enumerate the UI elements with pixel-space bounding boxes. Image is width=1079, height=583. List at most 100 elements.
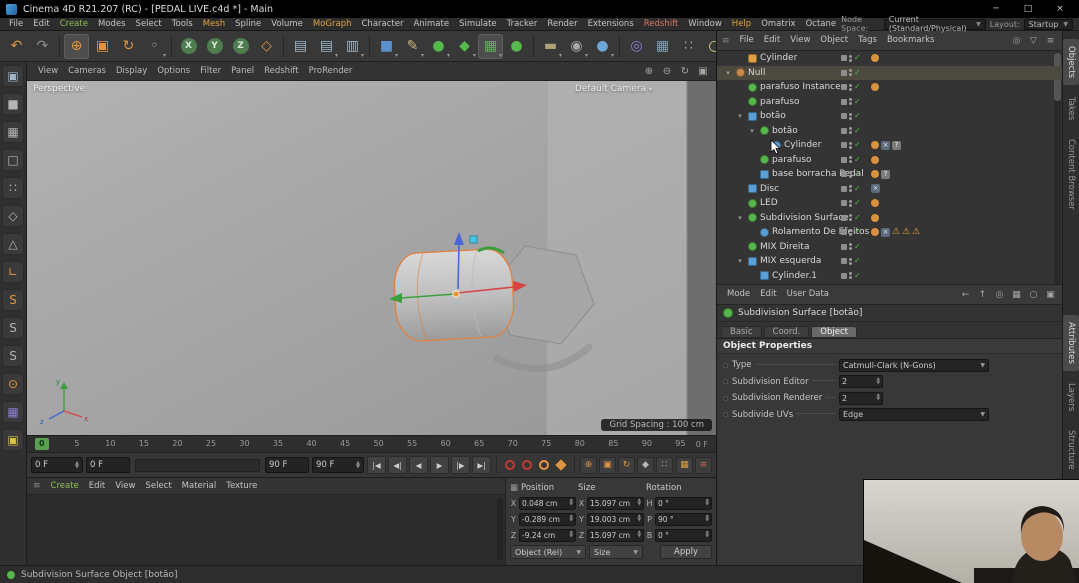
- layer-toggle[interactable]: [841, 157, 847, 163]
- enable-check-icon[interactable]: ✓: [854, 214, 861, 222]
- warning-tag-icon[interactable]: ⚠: [912, 228, 920, 237]
- tree-row-mix-direita[interactable]: MIX Direita✓: [717, 240, 1062, 255]
- phong-tag-icon[interactable]: [871, 228, 879, 236]
- modeling-settings-button[interactable]: S: [2, 345, 24, 367]
- instance-button[interactable]: ●: [504, 34, 529, 59]
- menu-tracker[interactable]: Tracker: [502, 18, 543, 31]
- visibility-toggles[interactable]: ✓: [841, 228, 861, 236]
- layer-toggle[interactable]: [841, 244, 847, 250]
- timeline-tick-90[interactable]: 90: [642, 438, 652, 450]
- visibility-toggles[interactable]: ✓: [841, 272, 861, 280]
- attribute-menu-mode[interactable]: Mode: [722, 288, 755, 301]
- visibility-dots[interactable]: [849, 156, 852, 163]
- key-scale-button[interactable]: ▣: [599, 457, 616, 474]
- keyframe-record-button[interactable]: [519, 457, 535, 473]
- stepper-arrows-icon[interactable]: ▲▼: [706, 531, 709, 539]
- model-mode-button[interactable]: ■: [2, 93, 24, 115]
- material-scrollbar[interactable]: [497, 498, 503, 560]
- tree-row-cylinder[interactable]: Cylinder✓: [717, 51, 1062, 66]
- tree-row-parafuso[interactable]: parafuso✓: [717, 153, 1062, 168]
- points-mode-button[interactable]: ∷: [2, 177, 24, 199]
- visibility-dots[interactable]: [849, 229, 852, 236]
- stepper-arrows-icon[interactable]: ▲▼: [638, 499, 641, 507]
- material-menu-select[interactable]: Select: [140, 480, 176, 493]
- tree-row-bot-o[interactable]: ▾botão✓: [717, 109, 1062, 124]
- visibility-dots[interactable]: [849, 200, 852, 207]
- viewport-canvas[interactable]: y x z: [27, 81, 716, 435]
- viewport-menu-redshift[interactable]: Redshift: [259, 62, 304, 81]
- viewport-menu-view[interactable]: View: [33, 62, 63, 81]
- pan-view-icon[interactable]: ⊕: [642, 64, 656, 78]
- weight-tag-icon[interactable]: ×: [871, 184, 880, 193]
- prev-frame-button[interactable]: ◀: [409, 456, 428, 474]
- tree-row-rolamento-de-efeitos[interactable]: Rolamento De Efeitos✓×⚠⚠⚠: [717, 225, 1062, 240]
- menu-render[interactable]: Render: [542, 18, 582, 31]
- enable-check-icon[interactable]: ✓: [854, 243, 861, 251]
- menu-spline[interactable]: Spline: [230, 18, 266, 31]
- stepper-arrows-icon[interactable]: ▲▼: [570, 499, 573, 507]
- enable-check-icon[interactable]: ✓: [854, 170, 861, 178]
- camera-label[interactable]: Default Camera ▾: [575, 84, 652, 94]
- viewport-menu-panel[interactable]: Panel: [226, 62, 259, 81]
- timeline-options-button[interactable]: ≡: [695, 457, 712, 474]
- tree-row-parafuso-instance[interactable]: parafuso Instance✓: [717, 80, 1062, 95]
- snap-button[interactable]: S: [2, 289, 24, 311]
- stepper-arrows-icon[interactable]: ▲▼: [877, 394, 880, 402]
- menu-create[interactable]: Create: [55, 18, 93, 31]
- coord-system-icon[interactable]: ◇: [254, 34, 279, 59]
- range-end-field[interactable]: 90 F: [265, 457, 309, 473]
- edge-tab-attributes[interactable]: Attributes: [1063, 315, 1079, 371]
- size-x-field[interactable]: 15.097 cm▲▼: [587, 497, 644, 510]
- workplane-mode-button[interactable]: □: [2, 149, 24, 171]
- timeline-tick-65[interactable]: 65: [474, 438, 484, 450]
- stepper-arrows-icon[interactable]: ▲▼: [638, 515, 641, 523]
- visibility-dots[interactable]: [849, 243, 852, 250]
- visibility-toggles[interactable]: ✓: [841, 185, 861, 193]
- stepper-arrows-icon[interactable]: ▲▼: [75, 461, 79, 469]
- enable-check-icon[interactable]: ✓: [854, 228, 861, 236]
- subdivision-renderer-field[interactable]: 2▲▼: [839, 392, 883, 405]
- viewport-menu-cameras[interactable]: Cameras: [63, 62, 111, 81]
- visibility-toggles[interactable]: ✓: [841, 83, 861, 91]
- viewport-menu-options[interactable]: Options: [152, 62, 195, 81]
- workplane-button[interactable]: ▦: [2, 401, 24, 423]
- edge-tab-takes[interactable]: Takes: [1063, 90, 1079, 127]
- visibility-dots[interactable]: [849, 69, 852, 76]
- layer-toggle[interactable]: [841, 113, 847, 119]
- visibility-dots[interactable]: [849, 127, 852, 134]
- key-pla-button[interactable]: ∷: [656, 457, 673, 474]
- visibility-toggles[interactable]: ✓: [841, 112, 861, 120]
- add-cube-button[interactable]: ■▾: [374, 34, 399, 59]
- material-menu-view[interactable]: View: [110, 480, 140, 493]
- lock-icon[interactable]: ○: [1027, 288, 1040, 301]
- render-picture-viewer-button[interactable]: ▤▾: [314, 34, 339, 59]
- camera-button[interactable]: ◉▾: [564, 34, 589, 59]
- timeline-tick-15[interactable]: 15: [139, 438, 149, 450]
- record-button[interactable]: [502, 457, 518, 473]
- grid-icon[interactable]: ▦: [1010, 288, 1023, 301]
- position-z-field[interactable]: -9.24 cm▲▼: [519, 529, 576, 542]
- settings-icon[interactable]: ▣: [1044, 288, 1057, 301]
- dots-icon[interactable]: ∷: [676, 34, 701, 59]
- visibility-toggles[interactable]: ✓: [841, 243, 861, 251]
- phong-tag-icon[interactable]: [871, 141, 879, 149]
- next-frame-button[interactable]: |▶: [451, 456, 470, 474]
- rotation-h-field[interactable]: 0 °▲▼: [655, 497, 712, 510]
- expander-icon[interactable]: ▾: [747, 127, 757, 135]
- tree-row-base-borracha-pedal[interactable]: base borracha Pedal✓?: [717, 167, 1062, 182]
- apply-button[interactable]: Apply: [660, 545, 712, 559]
- menu-modes[interactable]: Modes: [93, 18, 131, 31]
- enable-axis-button[interactable]: ∟: [2, 261, 24, 283]
- weight-tag-icon[interactable]: ×: [881, 141, 890, 150]
- enable-check-icon[interactable]: ✓: [854, 98, 861, 106]
- enable-check-icon[interactable]: ✓: [854, 272, 861, 280]
- node-space-dropdown[interactable]: Current (Standard/Physical) ▼: [884, 19, 986, 30]
- render-view-button[interactable]: ▤: [288, 34, 313, 59]
- goto-start-button[interactable]: |◀: [367, 456, 386, 474]
- tree-row-cylinder-1[interactable]: Cylinder.1✓: [717, 269, 1062, 284]
- phong-tag-icon[interactable]: [871, 170, 879, 178]
- zoom-view-icon[interactable]: ⊖: [660, 64, 674, 78]
- stepper-arrows-icon[interactable]: ▲▼: [570, 515, 573, 523]
- visibility-toggles[interactable]: ✓: [841, 156, 861, 164]
- scale-handle[interactable]: [470, 236, 477, 243]
